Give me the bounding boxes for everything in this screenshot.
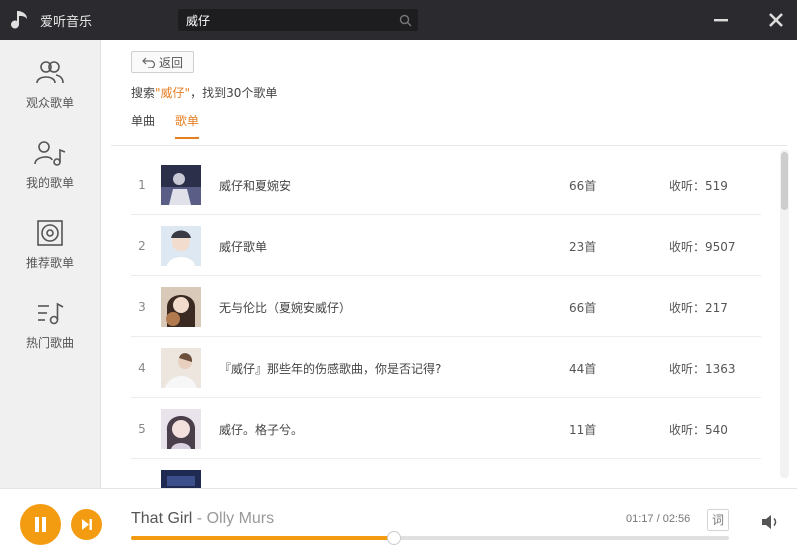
playlist-name: 威仔。格子兮。	[219, 423, 304, 437]
playlist-name: 威仔歌单	[219, 240, 268, 254]
tab-divider	[111, 145, 787, 146]
back-button-label: 返回	[158, 55, 183, 70]
progress-bar[interactable]	[131, 531, 729, 545]
now-playing: That Girl - Olly Murs	[131, 510, 274, 528]
sidebar-item-my-playlists[interactable]: 我的歌单	[0, 138, 100, 208]
user-music-icon	[34, 141, 66, 166]
row-index: 2	[138, 239, 146, 253]
listen-count: 收听：540	[669, 423, 728, 437]
song-count: 23首	[569, 240, 597, 254]
summary-suffix: ，找到30个歌单	[190, 86, 278, 100]
listen-count: 收听：519	[669, 179, 728, 193]
row-index: 4	[138, 361, 146, 375]
playlist-results: 1 威仔和夏婉安 66首 收听：519 2 威仔歌单 23首 收听：9507 3…	[131, 154, 761, 488]
playlist-cover-image	[161, 287, 201, 327]
row-index: 5	[138, 422, 146, 436]
playlist-cover-image	[161, 470, 201, 488]
pause-button[interactable]	[20, 504, 61, 545]
song-count: 11首	[569, 423, 597, 437]
sidebar-item-label: 推荐歌单	[25, 256, 74, 270]
disc-icon	[37, 220, 63, 246]
sidebar-item-label: 观众歌单	[25, 96, 74, 110]
hot-music-icon	[38, 302, 64, 325]
table-row[interactable]: 4 『威仔』那些年的伤感歌曲，你是否记得? 44首 收听：1363	[131, 337, 761, 398]
playlist-cover-image	[161, 226, 201, 266]
listen-count: 收听：217	[669, 301, 728, 315]
pause-icon	[35, 517, 46, 532]
volume-icon[interactable]	[759, 511, 781, 533]
playlist-name: 无与伦比（夏婉安威仔）	[219, 301, 352, 315]
search-input[interactable]	[186, 10, 386, 30]
tab-playlists[interactable]: 歌单	[175, 112, 200, 139]
back-arrow-icon	[142, 57, 156, 68]
sidebar-item-hot-songs[interactable]: 热门歌曲	[0, 298, 100, 368]
lyrics-button[interactable]: 词	[707, 509, 729, 531]
playlist-cover-image	[161, 165, 201, 205]
sidebar-item-label: 我的歌单	[25, 176, 74, 190]
sidebar-item-label: 热门歌曲	[25, 336, 74, 350]
music-note-logo-icon	[11, 11, 27, 29]
song-title: That Girl	[131, 510, 193, 527]
sidebar-item-audience-playlists[interactable]: 观众歌单	[0, 58, 100, 128]
scrollbar-thumb[interactable]	[781, 152, 788, 210]
search-icon[interactable]	[399, 14, 412, 27]
progress-fill	[131, 536, 395, 540]
search-box	[178, 9, 418, 31]
song-count: 66首	[569, 301, 597, 315]
song-artist: Olly Murs	[206, 510, 275, 527]
playback-time: 01:17 / 02:56	[626, 513, 691, 525]
table-row[interactable]	[131, 459, 761, 488]
music-app-window: 爱听音乐 观众歌单	[0, 0, 797, 558]
list-scrollbar[interactable]	[780, 150, 789, 478]
next-track-button[interactable]	[71, 509, 102, 540]
title-separator: -	[192, 510, 207, 527]
table-row[interactable]: 5 威仔。格子兮。 11首 收听：540	[131, 398, 761, 459]
back-button[interactable]: 返回	[131, 51, 194, 73]
tab-songs[interactable]: 单曲	[131, 112, 155, 137]
next-track-icon	[82, 519, 92, 530]
playlist-cover-image	[161, 409, 201, 449]
progress-handle[interactable]	[387, 531, 402, 545]
close-icon[interactable]	[766, 10, 786, 30]
minimize-icon[interactable]	[711, 10, 731, 30]
title-bar: 爱听音乐	[0, 0, 797, 40]
row-index: 1	[138, 178, 146, 192]
app-title: 爱听音乐	[40, 15, 93, 30]
users-icon	[36, 61, 64, 84]
row-index: 3	[138, 300, 146, 314]
sidebar-item-recommended-playlists[interactable]: 推荐歌单	[0, 218, 100, 288]
listen-count: 收听：1363	[669, 362, 736, 376]
table-row[interactable]: 1 威仔和夏婉安 66首 收听：519	[131, 154, 761, 215]
playlist-name: 『威仔』那些年的伤感歌曲，你是否记得?	[219, 362, 442, 376]
summary-prefix: 搜索	[131, 86, 156, 100]
song-count: 44首	[569, 362, 597, 376]
main-content: 返回 搜索"威仔"，找到30个歌单 单曲 歌单 1 威仔和夏婉安 66首 收听：…	[101, 40, 797, 488]
summary-keyword: "威仔"	[155, 86, 191, 100]
playlist-name: 威仔和夏婉安	[219, 179, 292, 193]
search-summary: 搜索"威仔"，找到30个歌单	[131, 84, 277, 101]
sidebar: 观众歌单 我的歌单 推荐歌单 热门歌曲	[0, 40, 101, 488]
table-row[interactable]: 3 无与伦比（夏婉安威仔） 66首 收听：217	[131, 276, 761, 337]
playlist-cover-image	[161, 348, 201, 388]
song-count: 66首	[569, 179, 597, 193]
table-row[interactable]: 2 威仔歌单 23首 收听：9507	[131, 215, 761, 276]
player-bar: That Girl - Olly Murs 01:17 / 02:56 词	[0, 488, 797, 558]
listen-count: 收听：9507	[669, 240, 736, 254]
